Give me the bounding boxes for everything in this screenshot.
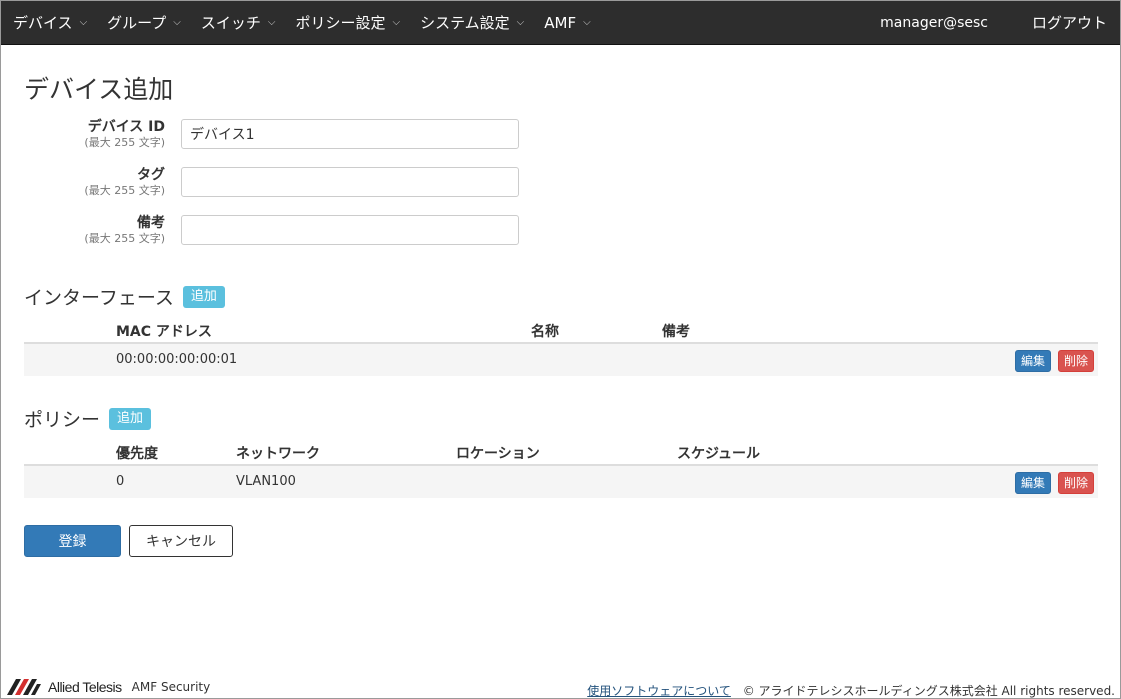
policies-title: ポリシー bbox=[24, 409, 101, 431]
add-policy-button[interactable]: 追加 bbox=[109, 407, 152, 430]
policies-section-title: ポリシー 追加 bbox=[24, 405, 152, 432]
add-interface-button[interactable]: 追加 bbox=[182, 285, 225, 308]
interfaces-table: MAC アドレス 名称 備考 00:00:00:00:00:01 編集 削除 bbox=[24, 318, 1098, 376]
nav-item-label: グループ bbox=[107, 14, 167, 32]
column-header-network: ネットワーク bbox=[236, 446, 320, 462]
device-id-input[interactable] bbox=[181, 119, 519, 149]
tag-label-text: タグ bbox=[137, 167, 165, 183]
table-header: MAC アドレス 名称 備考 bbox=[24, 318, 1098, 344]
column-header-note: 備考 bbox=[662, 324, 690, 340]
chevron-down-icon: ⌵ bbox=[173, 17, 181, 28]
product-name: AMF Security bbox=[131, 680, 211, 694]
note-label-text: 備考 bbox=[137, 215, 165, 231]
tag-row: タグ (最大 255 文字) bbox=[1, 167, 521, 207]
tag-hint: (最大 255 文字) bbox=[84, 184, 165, 197]
nav-item-switches[interactable]: スイッチ ⌵ bbox=[201, 12, 276, 33]
nav-item-label: ポリシー設定 bbox=[295, 14, 386, 32]
table-row: 00:00:00:00:00:01 編集 削除 bbox=[24, 344, 1098, 376]
delete-interface-button[interactable]: 削除 bbox=[1057, 350, 1094, 372]
device-id-row: デバイス ID (最大 255 文字) bbox=[1, 119, 521, 159]
current-user: manager@sesc bbox=[880, 14, 988, 31]
column-header-priority: 優先度 bbox=[116, 446, 158, 462]
nav-item-policy-settings[interactable]: ポリシー設定 ⌵ bbox=[295, 12, 400, 33]
note-row: 備考 (最大 255 文字) bbox=[1, 215, 521, 255]
cancel-button[interactable]: キャンセル bbox=[129, 525, 233, 557]
device-id-label-text: デバイス ID bbox=[87, 119, 165, 135]
nav-item-label: スイッチ bbox=[200, 14, 261, 32]
copyright-text: © アライドテレシスホールディングス株式会社 All rights reserv… bbox=[742, 684, 1115, 698]
priority-cell: 0 bbox=[116, 474, 125, 489]
delete-policy-button[interactable]: 削除 bbox=[1057, 472, 1094, 494]
table-header: 優先度 ネットワーク ロケーション スケジュール bbox=[24, 440, 1098, 466]
interfaces-title: インターフェース bbox=[24, 287, 174, 309]
chevron-down-icon: ⌵ bbox=[79, 17, 88, 28]
chevron-down-icon: ⌵ bbox=[267, 17, 276, 28]
edit-policy-button[interactable]: 編集 bbox=[1014, 472, 1051, 494]
nav-item-label: システム設定 bbox=[420, 14, 510, 32]
chevron-down-icon: ⌵ bbox=[392, 17, 401, 28]
software-info-link[interactable]: 使用ソフトウェアについて bbox=[587, 684, 731, 698]
note-hint: (最大 255 文字) bbox=[84, 232, 165, 245]
network-cell: VLAN100 bbox=[236, 474, 296, 489]
interfaces-section-title: インターフェース 追加 bbox=[24, 283, 225, 310]
submit-button[interactable]: 登録 bbox=[24, 525, 121, 557]
table-row: 0 VLAN100 編集 削除 bbox=[24, 466, 1098, 498]
nav-item-system-settings[interactable]: システム設定 ⌵ bbox=[420, 12, 524, 33]
device-id-label: デバイス ID (最大 255 文字) bbox=[84, 119, 165, 150]
nav-item-amf[interactable]: AMF ⌵ bbox=[544, 14, 590, 32]
edit-interface-button[interactable]: 編集 bbox=[1014, 350, 1051, 372]
policies-table: 優先度 ネットワーク ロケーション スケジュール 0 VLAN100 編集 削除 bbox=[24, 440, 1098, 498]
allied-telesis-logo-icon bbox=[7, 679, 41, 695]
column-header-schedule: スケジュール bbox=[677, 446, 761, 462]
chevron-down-icon: ⌵ bbox=[583, 17, 591, 28]
note-input[interactable] bbox=[181, 215, 519, 245]
column-header-mac: MAC アドレス bbox=[116, 324, 212, 340]
nav-item-groups[interactable]: グループ ⌵ bbox=[107, 12, 181, 33]
note-label: 備考 (最大 255 文字) bbox=[84, 215, 165, 246]
nav-menu: デバイス ⌵ グループ ⌵ スイッチ ⌵ ポリシー設定 ⌵ システム設定 ⌵ A… bbox=[1, 12, 611, 33]
chevron-down-icon: ⌵ bbox=[516, 17, 525, 28]
footer-info: 使用ソフトウェアについて © アライドテレシスホールディングス株式会社 All … bbox=[587, 682, 1115, 699]
brand-name: Allied Telesis bbox=[48, 679, 122, 695]
nav-item-label: デバイス bbox=[13, 14, 73, 32]
logout-link[interactable]: ログアウト bbox=[1032, 12, 1107, 33]
nav-item-label: AMF bbox=[544, 13, 577, 32]
tag-label: タグ (最大 255 文字) bbox=[84, 167, 165, 198]
column-header-name: 名称 bbox=[531, 324, 559, 340]
column-header-location: ロケーション bbox=[456, 446, 540, 462]
tag-input[interactable] bbox=[181, 167, 519, 197]
footer-brand: Allied Telesis AMF Security bbox=[7, 679, 210, 695]
nav-item-devices[interactable]: デバイス ⌵ bbox=[13, 12, 87, 33]
mac-cell: 00:00:00:00:00:01 bbox=[116, 352, 238, 367]
nav-user-area: manager@sesc ログアウト bbox=[880, 12, 1120, 33]
device-id-hint: (最大 255 文字) bbox=[84, 136, 165, 149]
top-navbar: デバイス ⌵ グループ ⌵ スイッチ ⌵ ポリシー設定 ⌵ システム設定 ⌵ A… bbox=[1, 1, 1120, 45]
page-title: デバイス追加 bbox=[24, 75, 174, 104]
